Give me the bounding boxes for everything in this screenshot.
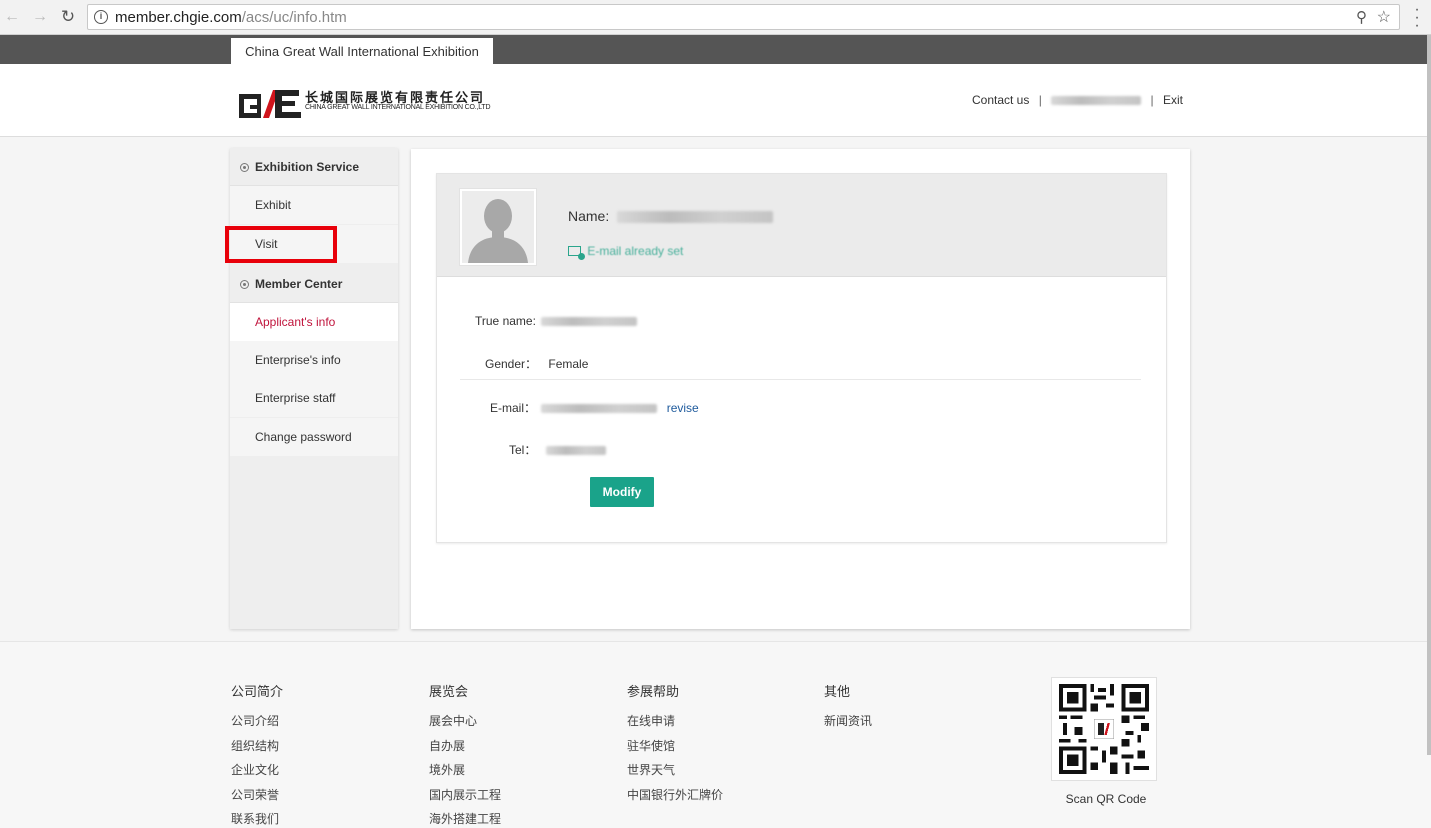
logo-text-en: CHINA GREAT WALL INTERNATIONAL EXHIBITIO… — [305, 104, 491, 111]
site-topbar: China Great Wall International Exhibitio… — [0, 35, 1431, 64]
footer-link[interactable]: 自办展 — [429, 734, 501, 759]
separator: | — [1038, 93, 1042, 107]
header-links: Contact us | | Exit — [972, 93, 1183, 107]
highlight-box — [225, 226, 337, 263]
company-logo[interactable]: 长城国际展览有限责任公司 CHINA GREAT WALL INTERNATIO… — [239, 86, 509, 122]
email-row: E-mail： revise — [490, 399, 699, 416]
profile-header: Name: E-mail already set — [437, 174, 1166, 277]
sidebar-item-applicants-info[interactable]: Applicant's info — [230, 303, 398, 341]
footer-column-exhibitions: 展览会 展会中心 自办展 境外展 国内展示工程 海外搭建工程 — [429, 681, 501, 828]
main-panel: Name: E-mail already set True name: Gend… — [411, 149, 1190, 629]
footer-link[interactable]: 海外搭建工程 — [429, 807, 501, 828]
true-name-label: True name: — [475, 314, 536, 328]
bookmark-star-icon[interactable]: ☆ — [1377, 7, 1391, 27]
reload-icon[interactable]: ↻ — [58, 7, 78, 27]
ge-logo-icon — [239, 90, 301, 118]
tel-value-blurred — [545, 446, 606, 456]
name-value-blurred — [617, 211, 774, 224]
qr-code-icon — [1059, 684, 1149, 774]
sidebar-group-label: Member Center — [255, 277, 343, 291]
footer-link[interactable]: 中国银行外汇牌价 — [627, 783, 723, 808]
footer-column-head: 参展帮助 — [627, 684, 680, 699]
footer-column-head: 其他 — [824, 684, 851, 699]
site-header: 长城国际展览有限责任公司 CHINA GREAT WALL INTERNATIO… — [0, 64, 1431, 137]
footer-link[interactable]: 境外展 — [429, 758, 501, 783]
gender-value: Female — [548, 357, 589, 371]
footer-link[interactable]: 世界天气 — [627, 758, 723, 783]
site-footer: 公司简介 公司介绍 组织结构 企业文化 公司荣誉 联系我们 展览会 展会中心 自… — [0, 641, 1431, 828]
back-arrow-icon[interactable]: ← — [2, 7, 22, 27]
footer-link[interactable]: 展会中心 — [429, 709, 501, 734]
footer-column-company: 公司简介 公司介绍 组织结构 企业文化 公司荣誉 联系我们 — [231, 681, 283, 828]
footer-link[interactable]: 在线申请 — [627, 709, 723, 734]
mail-check-icon — [568, 246, 585, 260]
browser-toolbar: ← → ↻ i member.chgie.com/acs/uc/info.htm… — [0, 0, 1431, 35]
address-bar[interactable]: i member.chgie.com/acs/uc/info.htm ⚲ ☆ — [87, 4, 1400, 30]
info-icon[interactable]: i — [94, 10, 108, 24]
site-tab[interactable]: China Great Wall International Exhibitio… — [231, 35, 493, 64]
separator: | — [1150, 93, 1154, 107]
user-silhouette-icon — [468, 199, 528, 263]
name-label: Name: — [568, 208, 610, 224]
true-name-value-blurred — [541, 317, 638, 327]
profile-card: Name: E-mail already set True name: Gend… — [436, 173, 1167, 543]
qr-code — [1051, 677, 1157, 781]
gender-row: Gender： Female — [485, 355, 588, 372]
bullet-icon — [240, 280, 249, 289]
username-blurred — [1051, 96, 1142, 106]
url-path: /acs/uc/info.htm — [241, 9, 347, 26]
qr-label: Scan QR Code — [1065, 792, 1147, 806]
sidebar-group-member-center[interactable]: Member Center — [230, 265, 398, 303]
footer-column-head: 公司简介 — [231, 684, 284, 699]
sidebar-group-label: Exhibition Service — [255, 160, 360, 174]
footer-column-head: 展览会 — [429, 684, 469, 699]
email-status-text: E-mail already set — [587, 244, 684, 258]
sidebar-item-enterprise-info[interactable]: Enterprise's info — [230, 341, 398, 379]
footer-link[interactable]: 组织结构 — [231, 734, 283, 759]
name-row: Name: — [568, 208, 774, 224]
sidebar-item-enterprise-staff[interactable]: Enterprise staff — [230, 379, 398, 417]
footer-link[interactable]: 驻华使馆 — [627, 734, 723, 759]
footer-column-other: 其他 新闻资讯 — [824, 681, 872, 734]
email-value-blurred — [541, 404, 658, 414]
sidebar-item-change-password[interactable]: Change password — [230, 418, 398, 456]
forward-arrow-icon[interactable]: → — [30, 7, 50, 27]
footer-link[interactable]: 企业文化 — [231, 758, 283, 783]
address-url[interactable]: member.chgie.com/acs/uc/info.htm — [115, 9, 347, 26]
sidebar-group-exhibition-service[interactable]: Exhibition Service — [230, 148, 398, 186]
bullet-icon — [240, 163, 249, 172]
footer-column-help: 参展帮助 在线申请 驻华使馆 世界天气 中国银行外汇牌价 — [627, 681, 723, 807]
true-name-row: True name: — [475, 314, 638, 328]
sidebar-filler — [230, 456, 398, 629]
browser-menu-icon[interactable]: · · · — [1411, 2, 1423, 34]
scrollbar[interactable] — [1427, 35, 1431, 755]
sidebar-item-exhibit[interactable]: Exhibit — [230, 186, 398, 224]
footer-link[interactable]: 联系我们 — [231, 807, 283, 828]
footer-link[interactable]: 公司荣誉 — [231, 783, 283, 808]
url-host: member.chgie.com — [115, 9, 242, 26]
email-label: E-mail： — [490, 401, 537, 415]
sidebar: Exhibition Service Exhibit Visit Member … — [230, 148, 398, 629]
email-status: E-mail already set — [568, 244, 684, 260]
exit-link[interactable]: Exit — [1163, 93, 1183, 107]
tel-label: Tel： — [509, 443, 537, 457]
modify-button[interactable]: Modify — [590, 477, 654, 507]
tel-row: Tel： — [509, 441, 606, 458]
footer-link[interactable]: 公司介绍 — [231, 709, 283, 734]
footer-link[interactable]: 国内展示工程 — [429, 783, 501, 808]
divider — [460, 379, 1141, 380]
avatar[interactable] — [459, 188, 537, 266]
footer-link[interactable]: 新闻资讯 — [824, 709, 872, 734]
contact-us-link[interactable]: Contact us — [972, 93, 1029, 107]
revise-email-link[interactable]: revise — [667, 401, 699, 415]
gender-label: Gender： — [485, 357, 538, 371]
zoom-icon[interactable]: ⚲ — [1356, 8, 1367, 26]
